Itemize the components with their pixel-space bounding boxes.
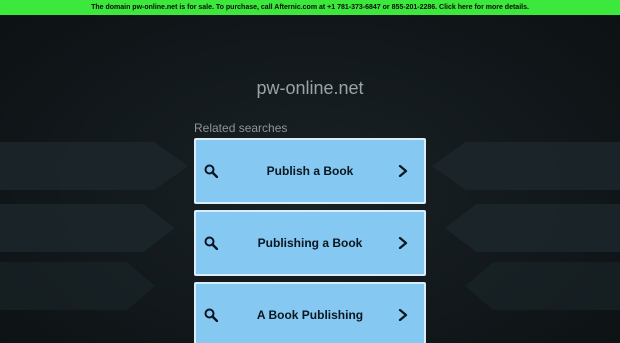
background-arrow-right-2	[445, 204, 620, 252]
background-arrow-right-1	[432, 142, 620, 190]
chevron-right-icon	[398, 165, 408, 177]
search-icon	[204, 236, 218, 250]
related-search-label: Publish a Book	[266, 164, 354, 178]
chevron-right-icon	[398, 309, 408, 321]
domain-sale-banner[interactable]: The domain pw-online.net is for sale. To…	[0, 0, 620, 15]
related-search-link-2[interactable]: Publishing a Book	[194, 210, 426, 276]
page: The domain pw-online.net is for sale. To…	[0, 0, 620, 343]
search-icon	[204, 308, 218, 322]
background-arrow-right-3	[465, 262, 620, 310]
domain-title: pw-online.net	[256, 78, 364, 98]
related-search-label: A Book Publishing	[256, 308, 364, 322]
related-search-link-1[interactable]: Publish a Book	[194, 138, 426, 204]
chevron-right-icon	[398, 237, 408, 249]
background-arrow-left-1	[0, 142, 188, 190]
background-arrow-left-3	[0, 262, 155, 310]
related-searches-label: Related searches	[194, 121, 288, 135]
related-search-label: Publishing a Book	[257, 236, 363, 250]
background-arrow-left-2	[0, 204, 175, 252]
related-search-link-3[interactable]: A Book Publishing	[194, 282, 426, 343]
search-icon	[204, 164, 218, 178]
